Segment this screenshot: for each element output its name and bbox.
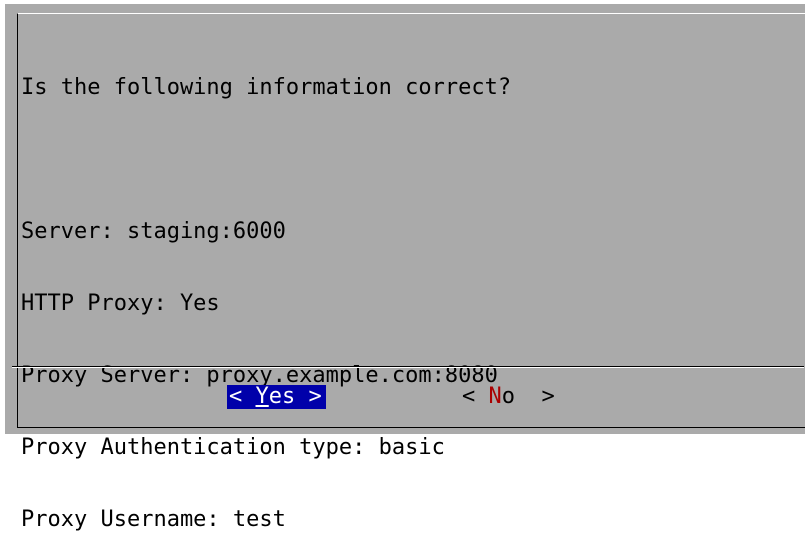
yes-button-label-rest: es [268, 384, 296, 409]
detail-server: Server: staging:6000 [21, 219, 286, 244]
yes-button-right-bracket: > [295, 384, 322, 409]
button-separator [12, 366, 804, 368]
no-button-right-bracket: > [515, 384, 555, 409]
detail-http-proxy: HTTP Proxy: Yes [21, 291, 220, 316]
yes-button[interactable]: < Yes > [227, 385, 326, 409]
yes-button-hotkey: Y [255, 384, 269, 409]
no-button-left-bracket: < [462, 384, 489, 409]
no-button[interactable]: < No > [462, 385, 555, 409]
no-button-label-rest: o [501, 384, 515, 409]
dialog-question: Is the following information correct? [21, 75, 512, 100]
detail-proxy-auth-type: Proxy Authentication type: basic [21, 435, 445, 460]
yes-button-left-bracket: < [229, 384, 256, 409]
no-button-hotkey: N [488, 384, 502, 409]
detail-proxy-username: Proxy Username: test [21, 507, 286, 532]
dialog-message: Is the following information correct? Se… [21, 28, 511, 556]
